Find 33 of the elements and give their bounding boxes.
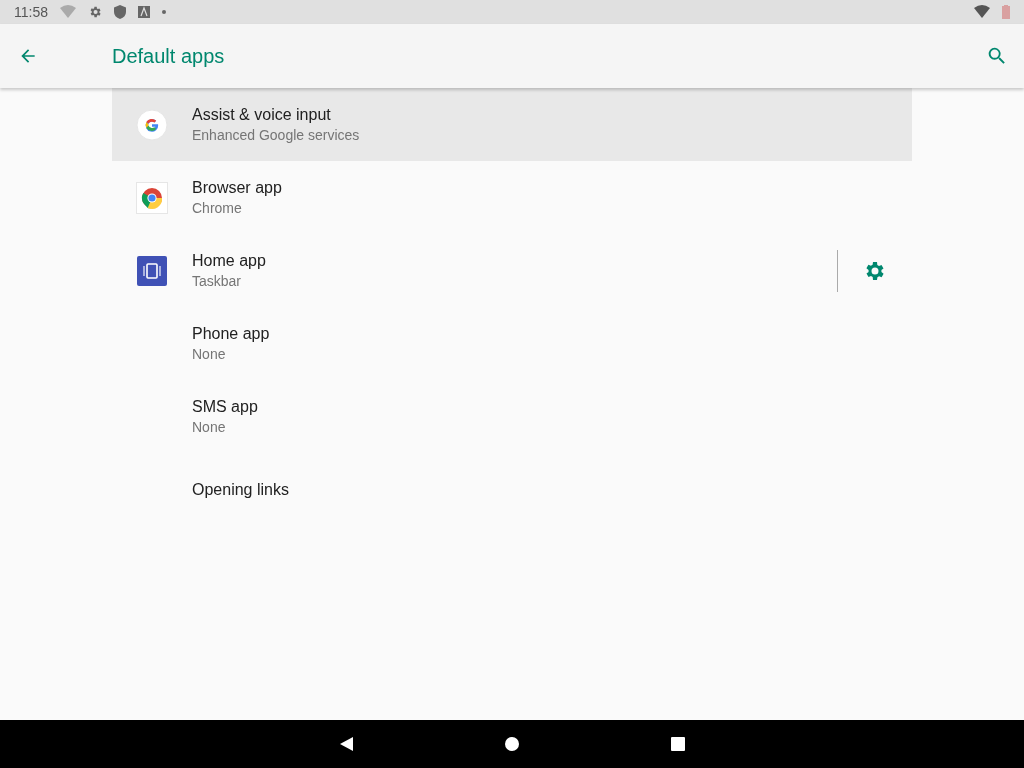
preference-row[interactable]: Phone app None <box>112 307 912 380</box>
preference-row[interactable]: Home app Taskbar <box>112 234 912 307</box>
search-button[interactable] <box>986 45 1008 67</box>
preference-title: Phone app <box>192 325 271 343</box>
preference-title: Assist & voice input <box>192 106 332 124</box>
phone-frame-icon <box>137 255 167 286</box>
preference-summary: Chrome <box>192 200 243 216</box>
wifi-icon <box>974 5 990 19</box>
gear-icon <box>88 5 102 19</box>
wifi-icon <box>60 5 76 19</box>
square-icon <box>138 6 150 18</box>
battery-icon <box>1002 5 1010 19</box>
dot-icon <box>162 10 166 14</box>
preference-title: Home app <box>192 252 267 270</box>
google-logo-icon <box>136 108 168 141</box>
preference-title: SMS app <box>192 398 259 416</box>
preference-summary: None <box>192 346 227 362</box>
preference-title: Browser app <box>192 179 283 197</box>
preference-row[interactable]: Browser app Chrome <box>112 161 912 234</box>
preference-row[interactable]: Assist & voice input Enhanced Google services <box>112 88 912 161</box>
clock: 11:58 <box>14 4 48 20</box>
preference-summary: None <box>192 419 227 435</box>
preference-row[interactable]: Opening links <box>112 453 912 526</box>
home-button[interactable] <box>504 736 520 752</box>
preference-summary: Enhanced Google services <box>192 127 361 143</box>
page-title: Default apps <box>112 44 226 68</box>
preference-summary: Taskbar <box>192 273 243 289</box>
shield-icon <box>114 5 126 19</box>
preference-row[interactable]: SMS app None <box>112 380 912 453</box>
chrome-logo-icon <box>136 181 168 214</box>
recents-button[interactable] <box>670 736 686 752</box>
preference-title: Opening links <box>192 480 290 499</box>
back-button[interactable] <box>338 736 354 752</box>
